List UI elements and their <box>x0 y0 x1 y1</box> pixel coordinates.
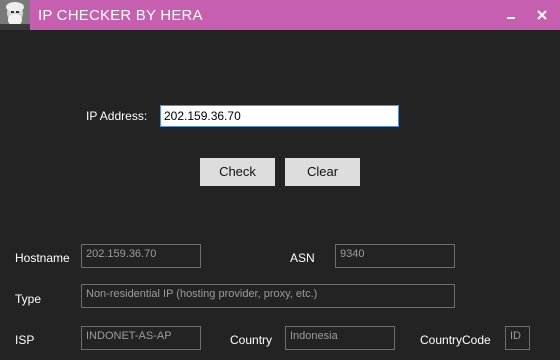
country-label: Country <box>230 333 273 347</box>
hostname-label: Hostname <box>15 251 70 265</box>
app-title: IP CHECKER BY HERA <box>38 7 203 24</box>
title-bar: IP CHECKER BY HERA <box>0 0 560 30</box>
minimize-button[interactable] <box>496 0 526 30</box>
isp-field[interactable]: INDONET-AS-AP <box>81 326 201 350</box>
country-field[interactable]: Indonesia <box>285 326 395 350</box>
asn-field[interactable]: 9340 <box>335 244 455 268</box>
asn-label: ASN <box>290 251 315 265</box>
app-avatar-icon <box>0 0 30 30</box>
ip-address-input[interactable] <box>160 105 399 127</box>
type-label: Type <box>15 292 42 306</box>
close-icon <box>537 10 547 20</box>
countrycode-field[interactable]: ID <box>505 326 530 350</box>
ip-address-label: IP Address: <box>86 109 148 123</box>
isp-label: ISP <box>15 333 35 347</box>
clear-button[interactable]: Clear <box>285 158 360 186</box>
type-field[interactable]: Non-residential IP (hosting provider, pr… <box>81 284 455 308</box>
countrycode-label: CountryCode <box>420 333 491 347</box>
close-button[interactable] <box>527 0 557 30</box>
check-button[interactable]: Check <box>200 158 275 186</box>
hostname-field[interactable]: 202.159.36.70 <box>81 244 201 268</box>
minimize-icon <box>507 17 515 19</box>
